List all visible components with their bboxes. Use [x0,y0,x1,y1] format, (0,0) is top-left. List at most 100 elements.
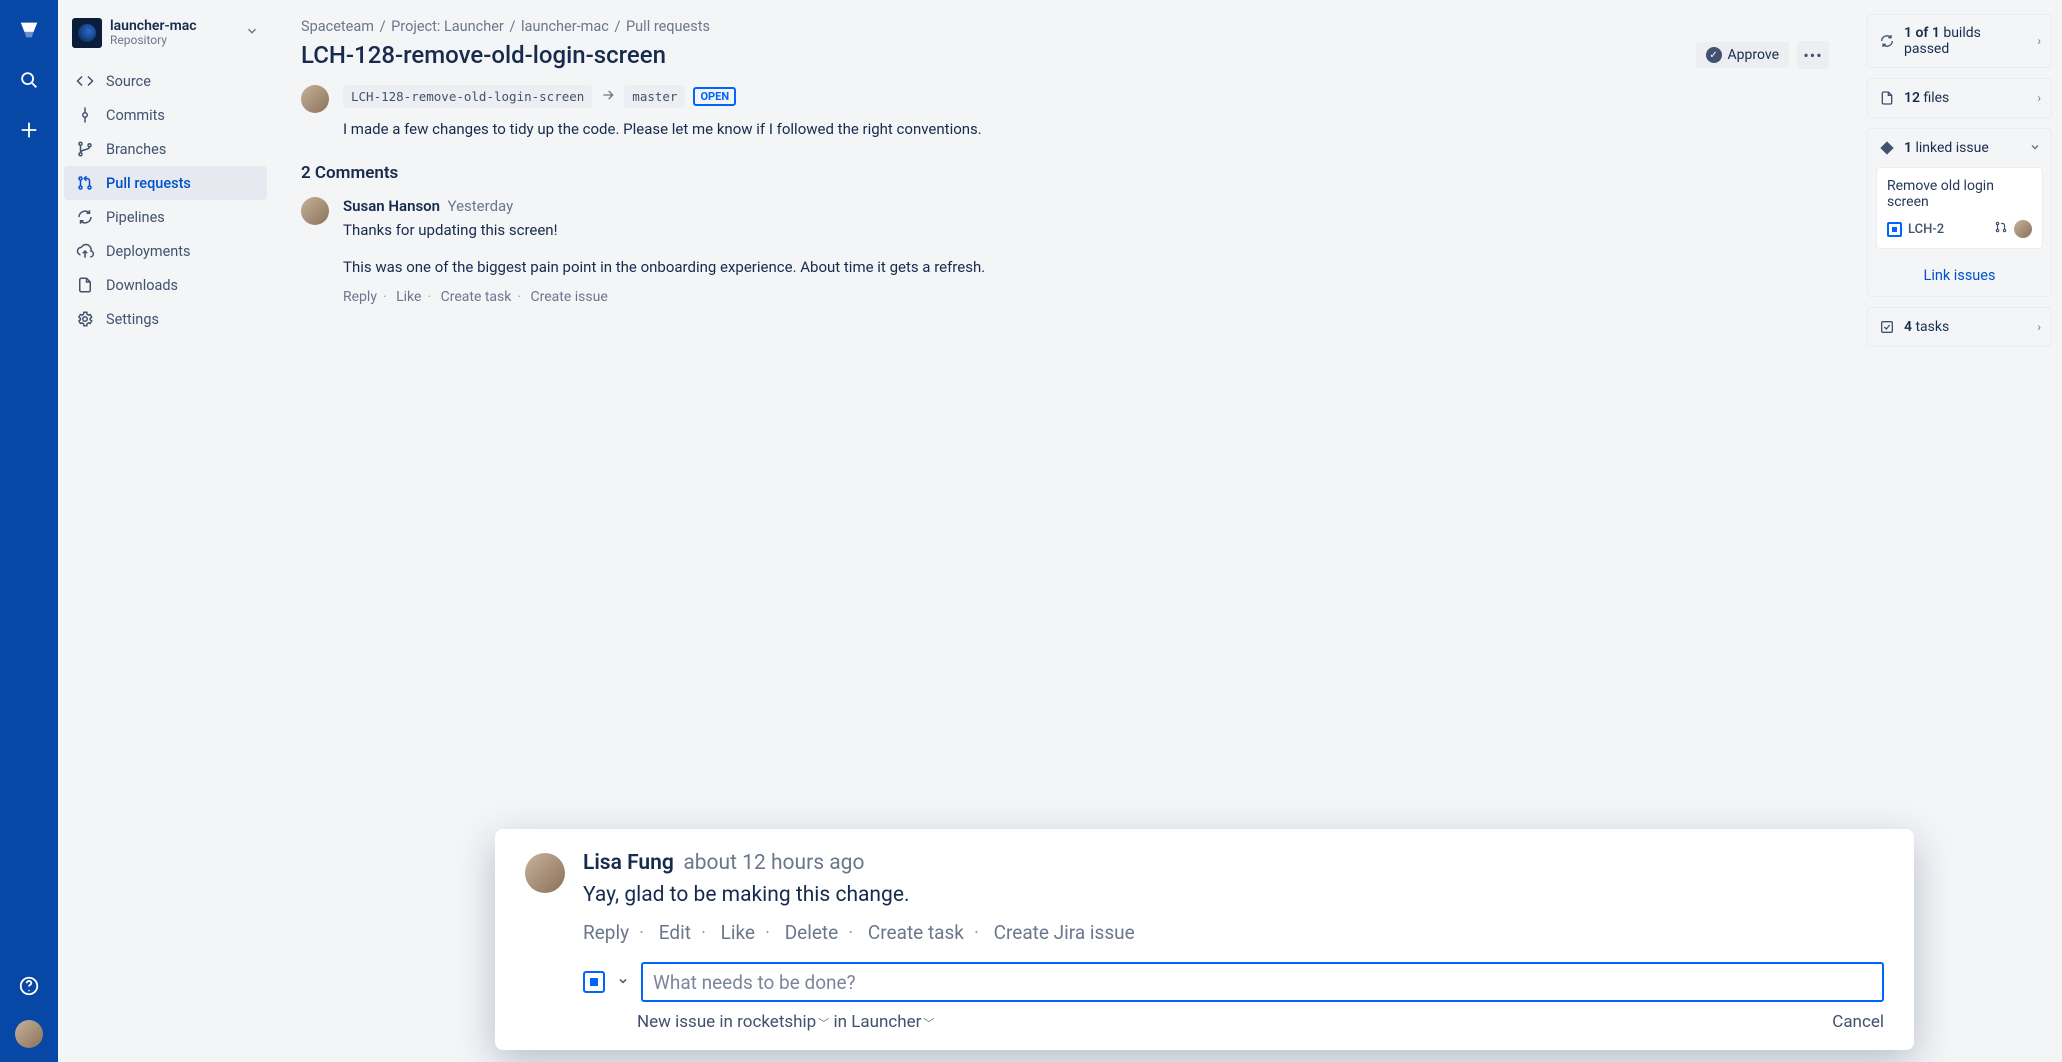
active-comment-card: Lisa Fung about 12 hours ago Yay, glad t… [495,829,1914,1050]
linked-issue-title: Remove old login screen [1887,178,2032,210]
edit-action[interactable]: Edit [659,921,691,944]
files-summary[interactable]: 12 files › [1868,79,2051,117]
pipelines-icon [76,208,94,226]
linked-issue-key: LCH-2 [1908,222,1988,237]
more-actions-button[interactable]: ••• [1797,41,1829,69]
breadcrumb-item[interactable]: Project: Launcher [391,18,504,35]
linked-issue-card[interactable]: Remove old login screen LCH-2 [1876,167,2043,249]
check-circle-icon: ✓ [1706,47,1722,63]
chevron-down-icon[interactable] [617,975,629,990]
tasks-count: 4 [1904,319,1912,335]
comment-actions: Reply· Edit· Like· Delete· Create task· … [583,921,1884,944]
main-area: Spaceteam / Project: Launcher / launcher… [273,0,2062,1062]
sidebar-item-source[interactable]: Source [64,64,267,98]
repo-type: Repository [110,34,197,47]
chevron-down-icon [245,24,259,42]
search-icon[interactable] [13,64,45,96]
sidebar-item-label: Deployments [106,243,191,260]
linked-count: 1 [1904,140,1912,156]
linked-issue-icon [1878,139,1896,157]
help-icon[interactable] [13,970,45,1002]
chevron-right-icon: › [2037,91,2041,105]
sidebar-item-deployments[interactable]: Deployments [64,234,267,268]
linked-text: linked issue [1912,140,1989,156]
tasks-summary[interactable]: 4 tasks › [1868,308,2051,346]
comment-time: about 12 hours ago [683,851,864,875]
project-picker[interactable]: rocketship [737,1012,816,1032]
files-count: 12 [1904,90,1920,106]
cancel-button[interactable]: Cancel [1832,1012,1884,1032]
delete-action[interactable]: Delete [785,921,839,944]
repo-nav: Source Commits Branches Pull requests Pi… [64,64,267,336]
like-action[interactable]: Like [396,289,421,305]
comment-avatar [525,853,565,893]
comment: Susan Hanson Yesterday Thanks for updati… [301,197,1829,306]
product-logo-icon[interactable] [13,14,45,46]
approve-label: Approve [1728,47,1779,63]
create-icon[interactable] [13,114,45,146]
builds-summary[interactable]: 1 of 1 builds passed › [1868,15,2051,67]
code-icon [76,72,94,90]
sidebar-item-pull-requests[interactable]: Pull requests [64,166,267,200]
approve-button[interactable]: ✓ Approve [1696,42,1789,68]
tasks-text: tasks [1912,319,1949,335]
linked-issues-summary[interactable]: 1 linked issue [1868,129,2051,167]
commit-icon [76,106,94,124]
sidebar-item-label: Branches [106,141,166,158]
target-branch[interactable]: master [624,85,685,108]
chevron-down-icon [2029,141,2041,156]
repo-logo-icon [72,18,102,48]
sidebar-item-label: Source [106,73,151,90]
create-issue-action[interactable]: Create issue [531,289,608,305]
link-issues-button[interactable]: Link issues [1868,257,2051,296]
profile-avatar[interactable] [15,1020,43,1048]
author-avatar [301,85,329,113]
breadcrumb-item[interactable]: launcher-mac [521,18,609,35]
repo-sidebar: launcher-mac Repository Source Commits B… [58,0,273,1062]
space-picker[interactable]: Launcher [851,1012,921,1032]
pr-title: LCH-128-remove-old-login-screen [301,41,666,69]
sidebar-item-settings[interactable]: Settings [64,302,267,336]
comments-heading: 2 Comments [301,163,1829,183]
deployments-icon [76,242,94,260]
sidebar-item-branches[interactable]: Branches [64,132,267,166]
reply-action[interactable]: Reply [343,289,377,305]
issue-summary-input[interactable] [641,962,1884,1002]
builds-icon [1878,32,1896,50]
comment-avatar [301,197,329,225]
pr-description: I made a few changes to tidy up the code… [343,118,982,141]
arrow-right-icon [600,87,616,107]
sidebar-item-label: Pull requests [106,175,191,192]
create-task-action[interactable]: Create task [441,289,512,305]
sidebar-item-downloads[interactable]: Downloads [64,268,267,302]
source-branch[interactable]: LCH-128-remove-old-login-screen [343,85,592,108]
comment-author[interactable]: Lisa Fung [583,851,674,875]
breadcrumb-item[interactable]: Spaceteam [301,18,374,35]
reply-action[interactable]: Reply [583,921,629,944]
global-nav-rail [0,0,58,1062]
sidebar-item-label: Commits [106,107,165,124]
breadcrumbs: Spaceteam / Project: Launcher / launcher… [301,18,1829,35]
like-action[interactable]: Like [721,921,755,944]
issue-context: New issue in rocketship﹀ in Launcher﹀ [637,1012,934,1032]
branch-icon [76,140,94,158]
issue-type-icon [1887,222,1902,237]
files-text: files [1920,90,1949,106]
pull-request-icon [76,174,94,192]
comment-author[interactable]: Susan Hanson [343,197,440,215]
sidebar-item-label: Pipelines [106,209,165,226]
issue-type-picker[interactable] [583,971,605,993]
sidebar-item-pipelines[interactable]: Pipelines [64,200,267,234]
builds-count: 1 of 1 [1904,25,1940,41]
repo-switcher[interactable]: launcher-mac Repository [64,12,267,50]
file-icon [1878,89,1896,107]
comment-time: Yesterday [448,197,514,215]
comment-body: Yay, glad to be making this change. [583,883,1884,907]
tasks-icon [1878,318,1896,336]
assignee-avatar [2014,220,2032,238]
create-task-action[interactable]: Create task [868,921,964,944]
comment-body: This was one of the biggest pain point i… [343,256,985,279]
sidebar-item-commits[interactable]: Commits [64,98,267,132]
create-jira-issue-action[interactable]: Create Jira issue [994,921,1135,944]
breadcrumb-item[interactable]: Pull requests [626,18,710,35]
